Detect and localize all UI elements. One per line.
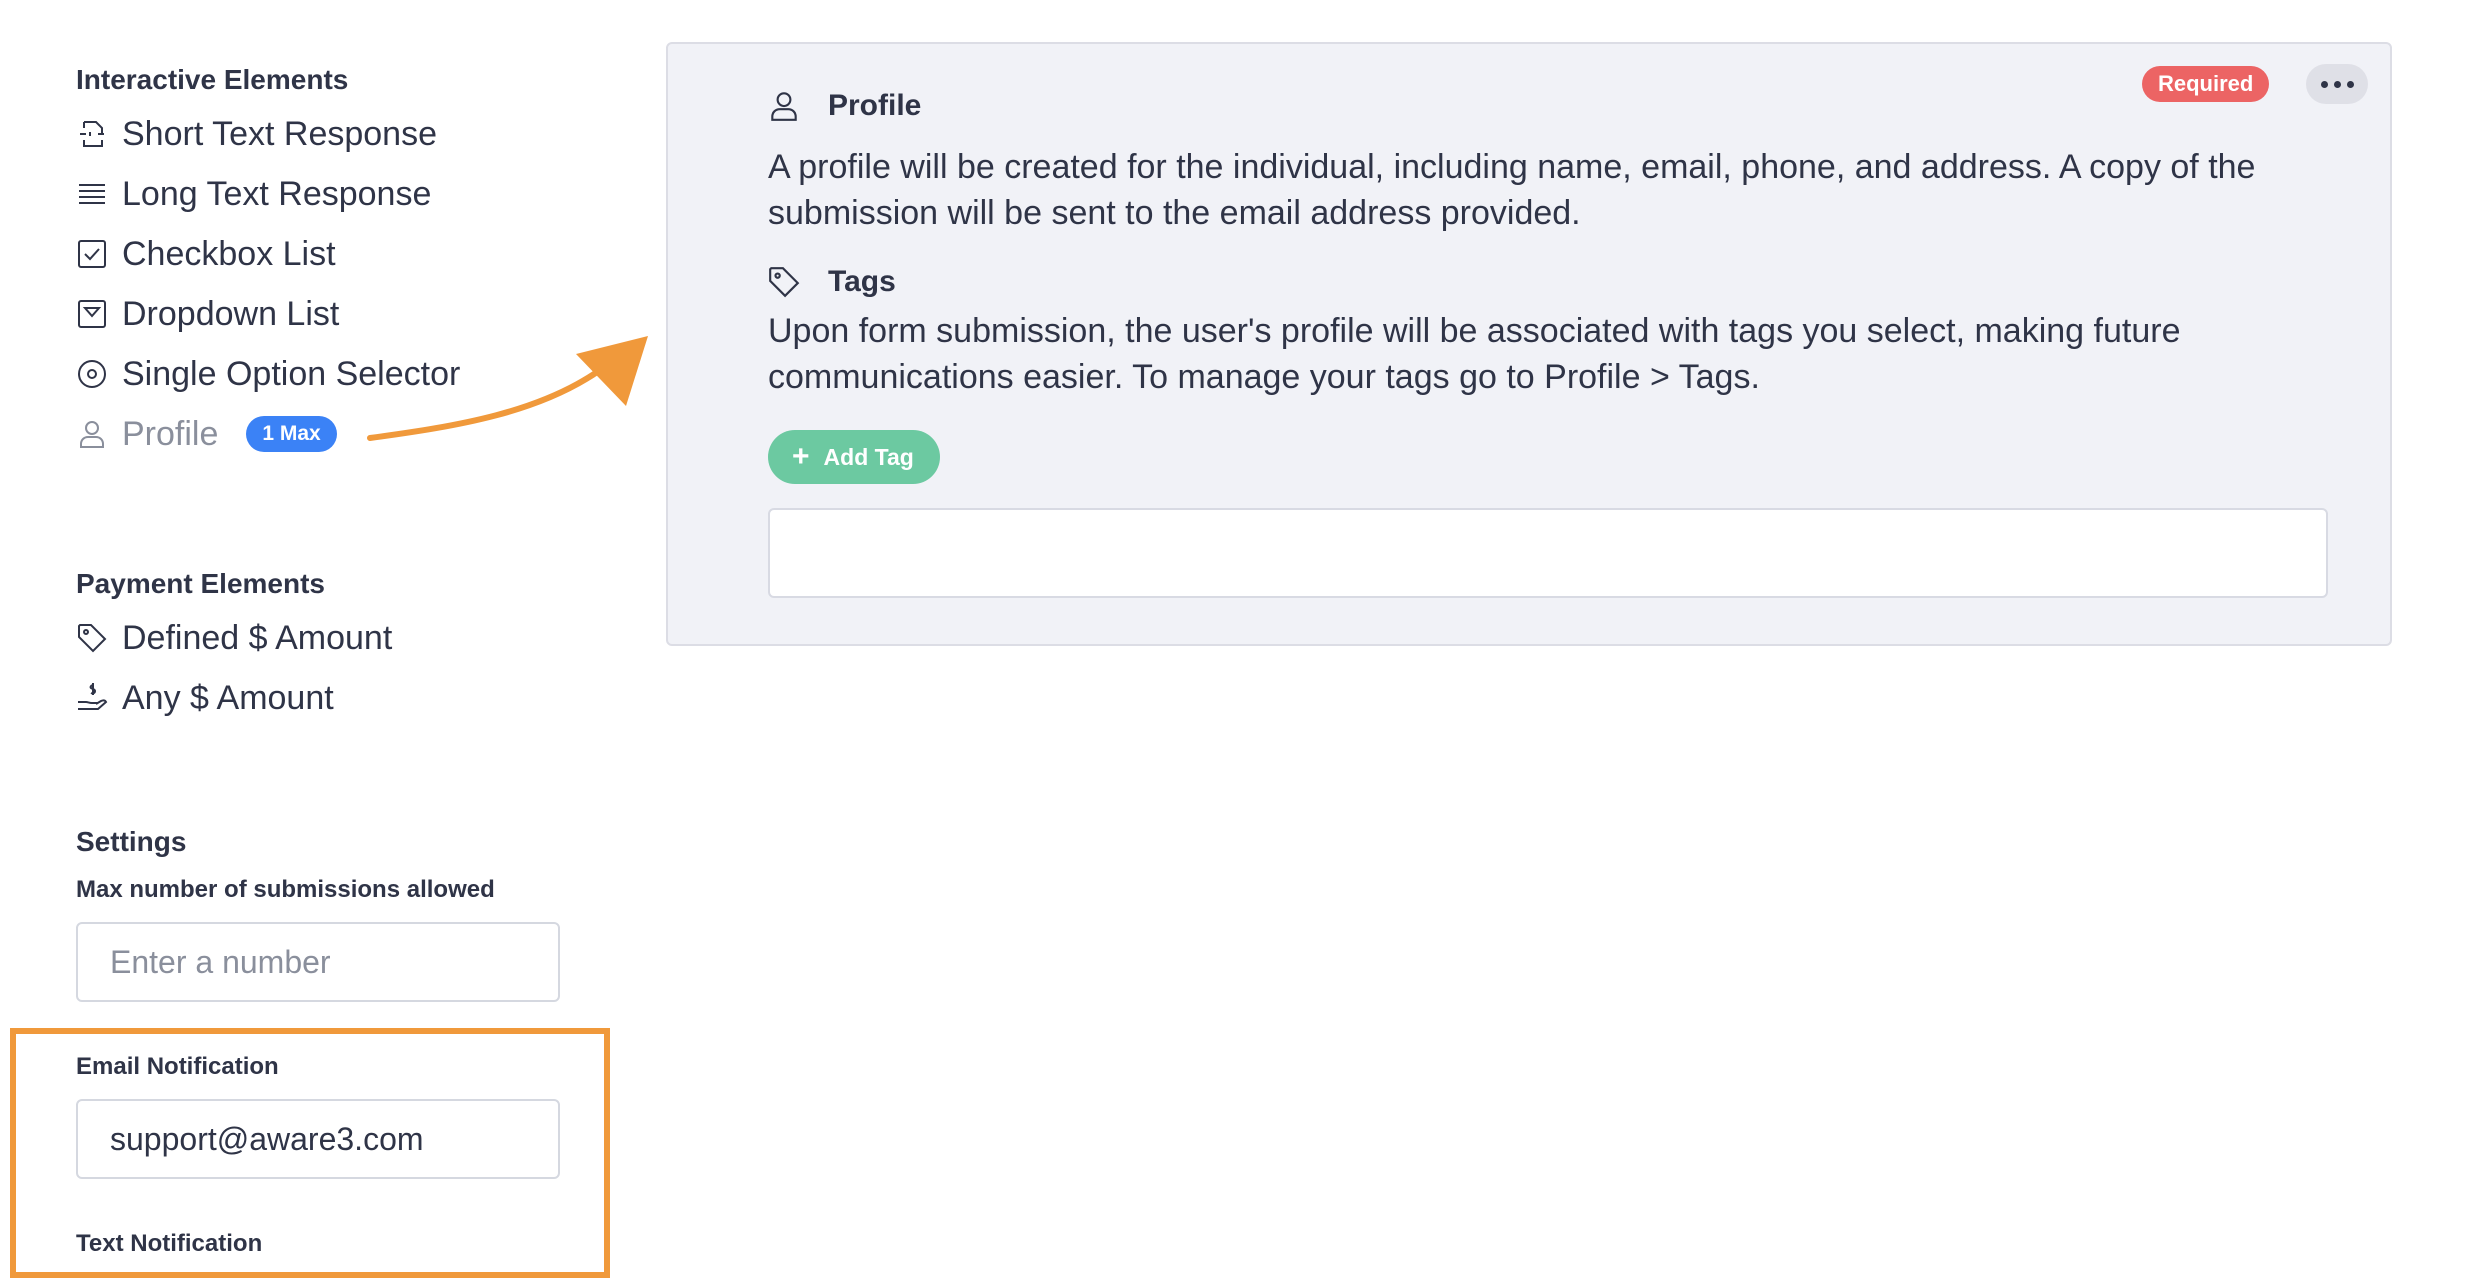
plus-icon: +: [792, 440, 810, 473]
element-label: Checkbox List: [122, 234, 336, 273]
interactive-elements-title: Interactive Elements: [76, 64, 349, 95]
element-label: Any $ Amount: [122, 678, 334, 717]
checkbox-icon: [74, 236, 110, 272]
element-label: Dropdown List: [122, 294, 340, 333]
highlight-box: [10, 1028, 610, 1278]
tags-title: Tags: [828, 265, 896, 298]
element-checkbox-list[interactable]: Checkbox List: [74, 230, 336, 278]
radio-icon: [74, 356, 110, 392]
element-profile: Profile 1 Max: [74, 410, 337, 458]
user-icon: [74, 416, 110, 452]
element-short-text-response[interactable]: Short Text Response: [74, 110, 437, 158]
required-badge: Required: [2142, 66, 2270, 102]
tag-icon: [766, 264, 802, 300]
more-dot: [2333, 80, 2341, 88]
add-tag-label: Add Tag: [823, 443, 914, 470]
element-defined-amount[interactable]: Defined $ Amount: [74, 614, 392, 662]
max-badge: 1 Max: [246, 416, 337, 452]
settings-title: Settings: [76, 826, 187, 857]
arrow-annotation: [367, 336, 648, 441]
element-long-text-response[interactable]: Long Text Response: [74, 170, 431, 218]
more-dot: [2346, 80, 2354, 88]
dropdown-icon: [74, 296, 110, 332]
tags-heading: Tags: [766, 264, 896, 300]
profile-element-card[interactable]: Required Profile A profile will be creat…: [666, 42, 2392, 646]
profile-title: Profile: [828, 89, 922, 122]
element-dropdown-list[interactable]: Dropdown List: [74, 290, 339, 338]
profile-description: A profile will be created for the indivi…: [768, 148, 2256, 232]
max-submissions-input[interactable]: [76, 922, 560, 1002]
short-text-icon: [74, 116, 110, 152]
profile-heading: Profile: [766, 88, 921, 124]
long-text-icon: [74, 176, 110, 212]
user-icon: [766, 88, 802, 124]
hand-dollar-icon: [74, 680, 110, 716]
element-any-amount[interactable]: Any $ Amount: [74, 674, 334, 722]
more-options-button[interactable]: [2306, 64, 2368, 104]
element-label: Profile: [122, 414, 219, 453]
max-submissions-label: Max number of submissions allowed: [76, 876, 495, 903]
tags-input[interactable]: [768, 508, 2328, 598]
tags-description: Upon form submission, the user's profile…: [768, 312, 2181, 396]
more-dot: [2320, 80, 2328, 88]
add-tag-button[interactable]: + Add Tag: [768, 430, 940, 484]
element-label: Short Text Response: [122, 114, 437, 153]
element-label: Long Text Response: [122, 174, 432, 213]
sidebar: Interactive Elements Short Text Response…: [0, 0, 640, 1288]
element-label: Defined $ Amount: [122, 618, 393, 657]
payment-elements-title: Payment Elements: [76, 568, 325, 599]
tag-icon: [74, 620, 110, 656]
